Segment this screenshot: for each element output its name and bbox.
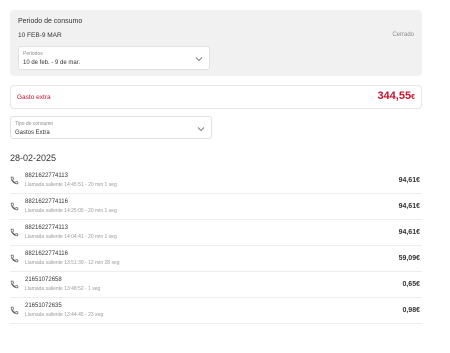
phone-icon [10, 176, 19, 185]
period-select-caption: Periodos [23, 51, 43, 57]
call-number: 8821622774113 [25, 225, 68, 231]
period-select-value: 10 de feb. - 9 de mar. [23, 60, 81, 66]
call-amount: 94,61€ [398, 203, 420, 210]
call-detail: Llamada saliente 13:51:39 - 12 min 28 se… [25, 260, 120, 266]
phone-icon [10, 306, 19, 315]
chevron-down-icon [197, 127, 205, 132]
extra-charge-value: 344,55 [377, 90, 412, 102]
call-number: 8821622774116 [25, 199, 68, 205]
call-number: 8821622774116 [25, 251, 68, 257]
extra-charge-amount: 344,55€ [377, 90, 415, 102]
call-amount: 59,09€ [398, 255, 420, 262]
call-list: 8821622774113 Llamada saliente 14:45:51 … [10, 170, 422, 326]
call-amount: 0,65€ [402, 281, 420, 288]
call-row[interactable]: 21651072635 Llamada saliente 13:44:45 - … [10, 300, 422, 324]
phone-icon [10, 254, 19, 263]
call-amount: 94,61€ [398, 177, 420, 184]
extra-charge-label: Gasto extra [17, 94, 51, 101]
call-amount: 94,61€ [398, 229, 420, 236]
period-range: 10 FEB-9 MAR [18, 32, 62, 39]
type-select-caption: Tipo de consumo [15, 121, 54, 127]
call-number: 21651072635 [25, 303, 62, 309]
phone-icon [10, 202, 19, 211]
call-detail: Llamada saliente 14:04:41 - 20 min 1 seg [25, 234, 117, 240]
chevron-down-icon [195, 57, 203, 62]
period-status: Cerrado [392, 32, 414, 38]
call-row[interactable]: 8821622774113 Llamada saliente 14:45:51 … [10, 170, 422, 194]
call-row[interactable]: 8821622774116 Llamada saliente 13:51:39 … [10, 248, 422, 272]
phone-icon [10, 228, 19, 237]
call-row[interactable]: 21651072658 Llamada saliente 13:48:52 - … [10, 274, 422, 298]
phone-icon [10, 280, 19, 289]
call-amount: 0,98€ [402, 307, 420, 314]
type-select-value: Gastos Extra [15, 130, 50, 136]
call-row[interactable]: 8821622774116 Llamada saliente 14:25:05 … [10, 196, 422, 220]
call-detail: Llamada saliente 14:25:05 - 20 min 1 seg [25, 208, 117, 214]
date-heading: 28-02-2025 [10, 153, 57, 163]
period-title: Periodo de consumo [18, 18, 83, 25]
consumption-period-card: Periodo de consumo 10 FEB-9 MAR Cerrado … [10, 10, 422, 76]
call-row[interactable]: 8821622774113 Llamada saliente 14:04:41 … [10, 222, 422, 246]
call-number: 8821622774113 [25, 173, 68, 179]
call-number: 21651072658 [25, 277, 62, 283]
extra-charge-currency: € [411, 94, 415, 101]
call-detail: Llamada saliente 13:48:52 - 1 seg [25, 286, 101, 292]
call-detail: Llamada saliente 14:45:51 - 20 min 1 seg [25, 182, 117, 188]
extra-charge-card: Gasto extra 344,55€ [10, 85, 422, 109]
period-select[interactable]: Periodos 10 de feb. - 9 de mar. [18, 46, 210, 70]
call-detail: Llamada saliente 13:44:45 - 23 seg [25, 312, 104, 318]
consumption-type-select[interactable]: Tipo de consumo Gastos Extra [10, 116, 212, 139]
